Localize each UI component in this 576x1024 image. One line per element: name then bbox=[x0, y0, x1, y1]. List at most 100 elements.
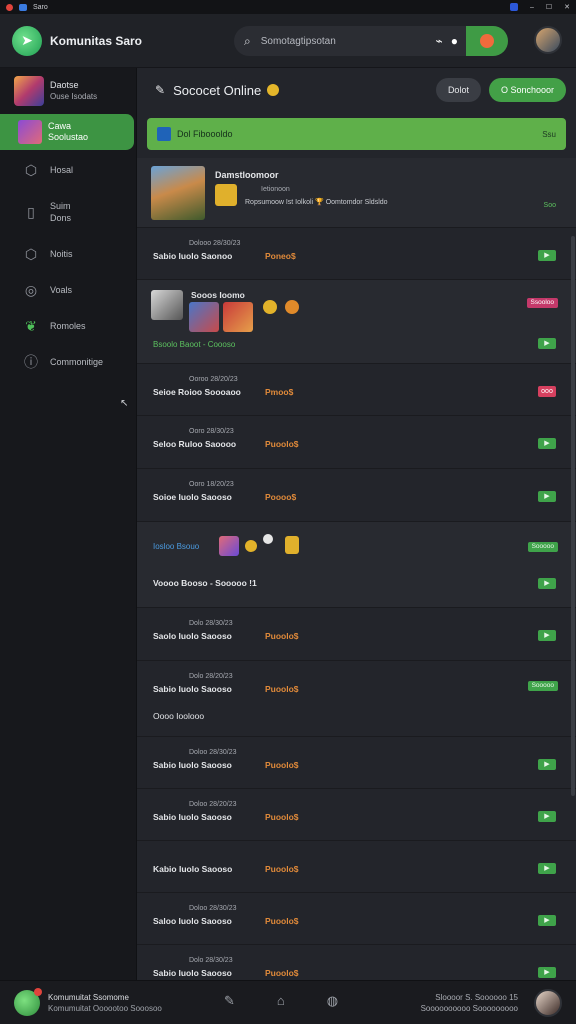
search-icon: ⌕ bbox=[244, 33, 251, 48]
status-badge: Ssooloo bbox=[526, 298, 558, 308]
gamepad-icon[interactable]: ⌂ bbox=[277, 993, 285, 1009]
info-icon: ⓘ bbox=[24, 354, 38, 370]
table-row[interactable]: Doloo 28/30/23 Saloo Iuolo Saooso Puoolo… bbox=[137, 893, 576, 945]
banner-action[interactable]: Ssu bbox=[542, 130, 556, 139]
play-button[interactable]: ▶ bbox=[538, 915, 556, 926]
sidebar-item-suim[interactable]: ▯ Suim Dons bbox=[0, 188, 136, 236]
scrollbar[interactable] bbox=[571, 236, 575, 796]
sidebar: Daotse Ouse Isodats Cawa Soolustao ⬡ Hos… bbox=[0, 68, 137, 980]
row-amount: Puoolo$ bbox=[265, 631, 299, 641]
mic-icon[interactable]: ⌁ bbox=[436, 34, 443, 48]
player-thumb-image bbox=[189, 302, 219, 332]
banner-text: Dol Fiboooldo bbox=[177, 129, 233, 139]
user-avatar[interactable] bbox=[534, 26, 562, 54]
alert-icon bbox=[263, 534, 273, 544]
featured-row[interactable]: Damstloomoor Ietionoon Ropsumoow Ist Iol… bbox=[137, 158, 576, 228]
row-timestamp: Doloo 28/20/23 bbox=[189, 801, 237, 808]
play-button[interactable]: ▶ bbox=[538, 578, 556, 589]
pencil-icon[interactable]: ✎ bbox=[224, 993, 235, 1009]
gamepad-icon: ✎ bbox=[155, 83, 166, 97]
status-badge: Sooooo bbox=[527, 681, 558, 691]
search-bar[interactable]: ⌕ Somotagtipsotan ⌁ ● bbox=[234, 26, 508, 56]
sidebar-item-voals[interactable]: ◎ Voals bbox=[0, 272, 136, 308]
play-button[interactable]: ▶ bbox=[538, 811, 556, 822]
play-button[interactable]: ▶ bbox=[538, 863, 556, 874]
play-button[interactable]: ▶ bbox=[538, 759, 556, 770]
row-name: Sabio Iuolo Saooso bbox=[153, 812, 232, 822]
game-cover-image bbox=[151, 166, 205, 220]
row-timestamp: Doloo 28/30/23 bbox=[189, 905, 237, 912]
sidebar-item-commonitige[interactable]: ⓘ Commonitige bbox=[0, 344, 136, 380]
status-badge[interactable]: ooo bbox=[538, 386, 556, 397]
play-button[interactable]: ▶ bbox=[538, 491, 556, 502]
play-button[interactable]: ▶ bbox=[538, 630, 556, 641]
row-amount: Puoolo$ bbox=[265, 439, 299, 449]
row-timestamp: Ooro 28/30/23 bbox=[189, 428, 234, 435]
sidebar-item-noitis[interactable]: ⬡ Noitis bbox=[0, 236, 136, 272]
app-logo-icon[interactable]: ➤ bbox=[12, 25, 42, 56]
bottom-right-bottom: Soooooooooo Sooooooooo bbox=[420, 1004, 518, 1013]
table-row[interactable]: Ooroo 28/20/23 Seioe Roioo Soooaoo Pmoo$… bbox=[137, 364, 576, 416]
minimize-icon[interactable]: – bbox=[530, 4, 534, 11]
user-avatar[interactable] bbox=[534, 989, 562, 1017]
bottom-title: Komumuitat Ssomome bbox=[48, 992, 129, 1002]
sidebar-item-cawa[interactable]: Cawa Soolustao bbox=[0, 114, 134, 150]
featured-tag: Soo bbox=[543, 202, 556, 209]
row-timestamp: Doloo 28/30/23 bbox=[189, 749, 237, 756]
table-row[interactable]: Doloo 28/30/23 Sabio Iuolo Saooso Puoolo… bbox=[137, 737, 576, 789]
section-label: Oooo Ioolooo bbox=[153, 711, 205, 721]
door-icon: ▯ bbox=[27, 204, 35, 220]
row-name: Sabio Iuolo Saooso bbox=[153, 684, 232, 694]
row-name: Sabio Iuolo Saonoo bbox=[153, 251, 233, 261]
play-button[interactable]: ▶ bbox=[538, 967, 556, 978]
maximize-icon[interactable]: ☐ bbox=[546, 3, 552, 11]
play-button[interactable]: ▶ bbox=[538, 438, 556, 449]
group-row[interactable]: Sooos Ioomo Bsoolo Baoot - Coooso Ssoolo… bbox=[137, 280, 576, 364]
shield-icon[interactable] bbox=[509, 3, 518, 11]
coin-icon bbox=[267, 84, 280, 96]
row-amount: Poooo$ bbox=[265, 492, 297, 502]
banner-icon bbox=[157, 127, 171, 141]
secondary-button[interactable]: Dolot bbox=[435, 78, 481, 102]
row-amount: Puoolo$ bbox=[265, 864, 299, 874]
notice-banner[interactable]: Dol Fiboooldo Ssu bbox=[147, 118, 566, 150]
table-row[interactable]: Dolooo 28/30/23 Sabio Iuolo Saonoo Poneo… bbox=[137, 228, 576, 280]
group-footer: Bsoolo Baoot - Coooso bbox=[153, 340, 236, 349]
profile-name: Daotse bbox=[50, 80, 79, 90]
search-input[interactable]: Somotagtipsotan bbox=[261, 36, 336, 47]
notification-badge bbox=[34, 987, 42, 996]
activity-feed: Damstloomoor Ietionoon Ropsumoow Ist Iol… bbox=[137, 158, 576, 997]
table-row[interactable]: Ooro 18/20/23 Soioe Iuolo Saooso Poooo$ … bbox=[137, 469, 576, 522]
table-row[interactable]: Doloo 28/20/23 Sabio Iuolo Saooso Puoolo… bbox=[137, 789, 576, 841]
play-button[interactable]: ▶ bbox=[538, 338, 556, 349]
group-row[interactable]: Iosloo Bsouo Sooooo Voooo Booso - Sooooo… bbox=[137, 522, 576, 608]
row-name: Saolo Iuolo Saooso bbox=[153, 631, 232, 641]
table-row[interactable]: Kabio Iuolo Saooso Puoolo$ ▶ bbox=[137, 841, 576, 893]
tab-icon bbox=[19, 3, 27, 11]
circle-icon: ◎ bbox=[24, 281, 38, 298]
row-amount: Puoolo$ bbox=[265, 812, 299, 822]
sidebar-profile[interactable]: Daotse Ouse Isodats bbox=[0, 68, 136, 114]
main-panel: ✎ Sococet Online Dolot O Sonchooor Dol F… bbox=[137, 68, 576, 997]
sidebar-item-hosal[interactable]: ⬡ Hosal bbox=[0, 152, 136, 188]
coin-icon bbox=[263, 300, 277, 314]
primary-button[interactable]: O Sonchooor bbox=[488, 78, 566, 102]
row-timestamp: Dolo 28/20/23 bbox=[189, 673, 233, 680]
table-row[interactable]: Ooro 28/30/23 Seloo Ruloo Saoooo Puoolo$… bbox=[137, 416, 576, 469]
game-thumb-icon bbox=[18, 120, 42, 144]
community-logo-icon[interactable] bbox=[14, 987, 42, 1016]
sidebar-item-romoles[interactable]: ❦ Romoles bbox=[0, 308, 136, 344]
row-amount: Puoolo$ bbox=[265, 968, 299, 978]
play-button[interactable]: ▶ bbox=[538, 250, 556, 261]
game-thumb-image bbox=[151, 290, 183, 320]
row-name: Sabio Iuolo Saooso bbox=[153, 760, 232, 770]
row-amount: Pmoo$ bbox=[265, 387, 294, 397]
top-bar: ➤ Komunitas Saro ⌕ Somotagtipsotan ⌁ ● bbox=[0, 14, 576, 68]
close-icon[interactable]: ✕ bbox=[564, 3, 570, 11]
search-submit-icon[interactable]: ● bbox=[451, 34, 458, 48]
table-row[interactable]: Dolo 28/20/23 Sabio Iuolo Saooso Puoolo$… bbox=[137, 661, 576, 737]
table-row[interactable]: Dolo 28/30/23 Saolo Iuolo Saooso Puoolo$… bbox=[137, 608, 576, 661]
globe-icon[interactable]: ◍ bbox=[327, 993, 338, 1009]
row-amount: Puoolo$ bbox=[265, 916, 299, 926]
profile-toggle-button[interactable] bbox=[466, 26, 508, 56]
